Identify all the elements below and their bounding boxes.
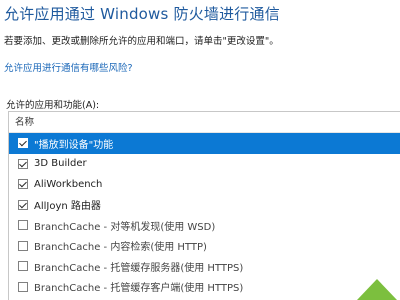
app-rows: "播放到设备"功能 3D Builder AliWorkbench AllJoyn 路…	[9, 133, 400, 297]
allowed-apps-label: 允许的应用和功能(A):	[6, 100, 100, 111]
app-name-label: BranchCache - 对等机发现(使用 WSD)	[34, 221, 216, 233]
page-subtitle: 若要添加、更改或删除所允许的应用和端口，请单击"更改设置"。	[4, 36, 279, 47]
allowed-apps-list[interactable]: 名称 "播放到设备"功能 3D Builder AliWorkbench AllJoy…	[8, 111, 400, 300]
app-name-label: BranchCache - 内容检索(使用 HTTP)	[34, 242, 207, 254]
page-title: 允许应用通过 Windows 防火墙进行通信	[4, 5, 280, 23]
app-checkbox[interactable]	[18, 138, 28, 149]
app-checkbox[interactable]	[18, 158, 28, 169]
app-name-label: 3D Builder	[34, 158, 87, 170]
app-name-label: "播放到设备"功能	[34, 139, 114, 151]
app-name-label: BranchCache - 托管缓存客户端(使用 HTTPS)	[34, 283, 244, 295]
app-checkbox[interactable]	[18, 281, 28, 292]
app-row[interactable]: "播放到设备"功能	[9, 133, 400, 154]
app-checkbox[interactable]	[18, 220, 28, 231]
app-row[interactable]: BranchCache - 对等机发现(使用 WSD)	[9, 215, 400, 236]
column-header-name[interactable]: 名称	[9, 112, 400, 133]
app-checkbox[interactable]	[18, 179, 28, 190]
app-checkbox[interactable]	[18, 261, 28, 272]
app-row[interactable]: BranchCache - 托管缓存客户端(使用 HTTPS)	[9, 277, 400, 298]
app-row[interactable]: AllJoyn 路由器	[9, 195, 400, 216]
app-checkbox[interactable]	[18, 240, 28, 251]
app-name-label: BranchCache - 托管缓存服务器(使用 HTTPS)	[34, 262, 244, 274]
risk-info-link[interactable]: 允许应用进行通信有哪些风险?	[4, 60, 133, 74]
app-checkbox[interactable]	[18, 199, 28, 210]
app-name-label: AllJoyn 路由器	[34, 201, 101, 213]
app-row[interactable]: BranchCache - 托管缓存服务器(使用 HTTPS)	[9, 256, 400, 277]
app-row[interactable]: AliWorkbench	[9, 174, 400, 195]
corner-decoration	[357, 279, 397, 300]
app-row[interactable]: 3D Builder	[9, 154, 400, 175]
app-name-label: AliWorkbench	[34, 178, 103, 190]
app-row[interactable]: BranchCache - 内容检索(使用 HTTP)	[9, 236, 400, 257]
